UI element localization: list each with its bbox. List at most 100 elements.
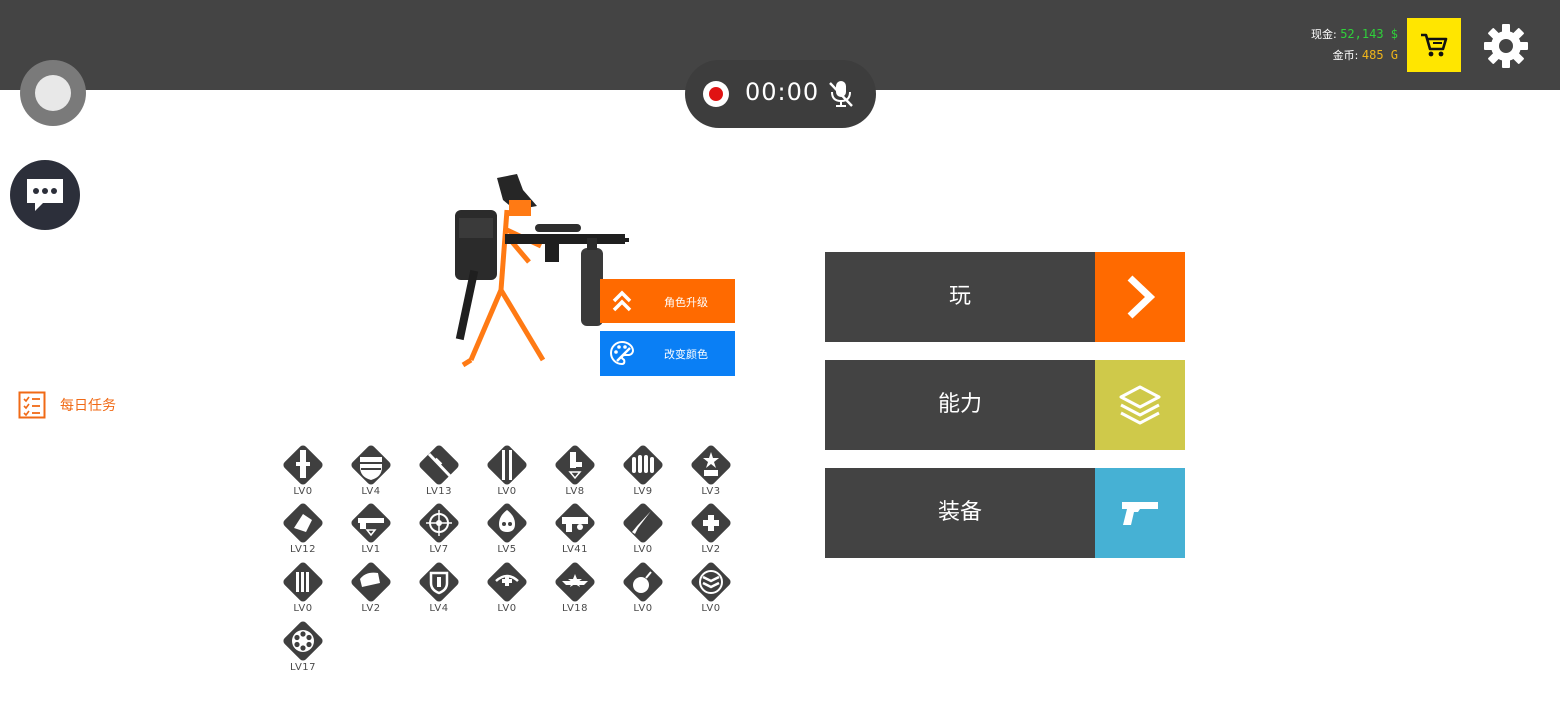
medic-wings-icon bbox=[691, 503, 731, 543]
skill-item[interactable]: LV0 bbox=[616, 498, 670, 556]
explosion-icon bbox=[283, 503, 323, 543]
skill-level: LV3 bbox=[701, 486, 721, 497]
equipment-label: 装备 bbox=[937, 500, 982, 525]
skill-level: LV9 bbox=[633, 486, 653, 497]
shop-button[interactable] bbox=[1407, 18, 1461, 72]
skill-level: LV0 bbox=[633, 603, 653, 614]
knife-icon bbox=[623, 503, 663, 543]
skill-level: LV0 bbox=[701, 603, 721, 614]
skill-level: LV0 bbox=[633, 544, 653, 555]
settings-button[interactable] bbox=[1480, 20, 1532, 72]
skill-level: LV0 bbox=[293, 603, 313, 614]
daily-tasks-button[interactable]: 每日任务 bbox=[18, 391, 116, 419]
abilities-icon-panel bbox=[1095, 360, 1185, 450]
checklist-icon bbox=[18, 391, 46, 419]
skill-item[interactable]: LV0 bbox=[276, 557, 330, 615]
currency-panel: 现金: 52,143 $ 金币: 485 G bbox=[1311, 24, 1398, 66]
gear-icon bbox=[1484, 24, 1528, 68]
skill-item[interactable]: LV0 bbox=[276, 440, 330, 498]
character-upgrade-button[interactable]: 角色升级 bbox=[600, 279, 735, 323]
skill-level: LV0 bbox=[293, 486, 313, 497]
skill-level: LV8 bbox=[565, 486, 585, 497]
daily-tasks-label: 每日任务 bbox=[60, 398, 116, 414]
skill-level: LV13 bbox=[425, 486, 453, 497]
skill-item[interactable]: LV0 bbox=[684, 557, 738, 615]
crosshair-icon bbox=[419, 503, 459, 543]
skill-item[interactable]: LV12 bbox=[276, 498, 330, 556]
skill-level: LV0 bbox=[497, 486, 517, 497]
screen-recorder[interactable]: 00:00 bbox=[685, 60, 876, 128]
skill-item[interactable]: LV1 bbox=[344, 498, 398, 556]
skill-item[interactable]: LV13 bbox=[412, 440, 466, 498]
chat-button[interactable] bbox=[10, 160, 80, 230]
shield-stripes-icon bbox=[351, 445, 391, 485]
cash-label: 现金: bbox=[1310, 28, 1337, 41]
skill-item[interactable]: LV0 bbox=[480, 557, 534, 615]
skill-level: LV5 bbox=[497, 544, 517, 555]
double-chevron-up-icon bbox=[612, 290, 632, 312]
skill-item[interactable]: LV3 bbox=[684, 440, 738, 498]
equipment-button[interactable]: 装备 bbox=[825, 468, 1185, 558]
play-label: 玩 bbox=[948, 284, 971, 309]
skill-item[interactable]: LV2 bbox=[344, 557, 398, 615]
abilities-label: 能力 bbox=[937, 392, 982, 417]
rank-chevrons-icon bbox=[691, 562, 731, 602]
skill-item[interactable]: LV0 bbox=[480, 440, 534, 498]
skill-item[interactable]: LV7 bbox=[412, 498, 466, 556]
skill-item[interactable]: LV8 bbox=[548, 440, 602, 498]
play-button[interactable]: 玩 bbox=[825, 252, 1185, 342]
record-stop-button[interactable] bbox=[703, 81, 729, 107]
gold-label: 金币: bbox=[1332, 49, 1359, 62]
shopping-cart-icon bbox=[1421, 33, 1448, 57]
change-color-button[interactable]: 改变颜色 bbox=[600, 331, 735, 376]
skill-item[interactable]: LV17 bbox=[276, 616, 330, 674]
skill-item[interactable]: LV18 bbox=[548, 557, 602, 615]
grenade-icon bbox=[283, 445, 323, 485]
skill-level: LV4 bbox=[429, 603, 449, 614]
pistol-icon bbox=[1122, 502, 1158, 525]
skill-level: LV17 bbox=[289, 662, 317, 673]
skill-item[interactable]: LV4 bbox=[412, 557, 466, 615]
sniper-scope-icon bbox=[351, 562, 391, 602]
chevron-right-icon bbox=[1127, 275, 1156, 319]
mic-muted-icon[interactable] bbox=[825, 78, 857, 110]
cash-value: 52,143 $ bbox=[1340, 27, 1398, 41]
skill-item[interactable]: LV4 bbox=[344, 440, 398, 498]
wing-badge-icon bbox=[555, 562, 595, 602]
skill-level: LV7 bbox=[429, 544, 449, 555]
skill-level: LV2 bbox=[701, 544, 721, 555]
flaming-skull-icon bbox=[487, 503, 527, 543]
sniper-rifle-icon bbox=[419, 445, 459, 485]
skill-item[interactable]: LV41 bbox=[548, 498, 602, 556]
blade-icon bbox=[487, 445, 527, 485]
skill-item[interactable]: LV2 bbox=[684, 498, 738, 556]
ammo-belt-icon bbox=[283, 562, 323, 602]
chat-bubble-icon bbox=[27, 179, 63, 211]
heavy-gun-icon bbox=[555, 503, 595, 543]
skill-level: LV1 bbox=[361, 544, 381, 555]
skill-level: LV4 bbox=[361, 486, 381, 497]
skill-level: LV18 bbox=[561, 603, 589, 614]
revolver-cylinder-icon bbox=[283, 621, 323, 661]
skill-level: LV0 bbox=[497, 603, 517, 614]
medal-icon bbox=[487, 562, 527, 602]
record-timer: 00:00 bbox=[745, 78, 820, 106]
skill-level: LV41 bbox=[561, 544, 589, 555]
pistol-down-icon bbox=[555, 445, 595, 485]
skill-item[interactable]: LV9 bbox=[616, 440, 670, 498]
floating-assist-button[interactable] bbox=[20, 60, 86, 126]
star-badge-icon bbox=[691, 445, 731, 485]
layers-icon bbox=[1119, 385, 1161, 425]
gold-value: 485 G bbox=[1361, 48, 1398, 62]
abilities-button[interactable]: 能力 bbox=[825, 360, 1185, 450]
skill-item[interactable]: LV0 bbox=[616, 557, 670, 615]
skill-item[interactable]: LV5 bbox=[480, 498, 534, 556]
palette-brush-icon bbox=[610, 340, 635, 366]
change-color-label: 改变颜色 bbox=[664, 348, 708, 361]
equipment-icon-panel bbox=[1095, 468, 1185, 558]
bomb-icon bbox=[623, 562, 663, 602]
skill-level: LV12 bbox=[289, 544, 317, 555]
shotgun-icon bbox=[351, 503, 391, 543]
skill-level: LV2 bbox=[361, 603, 381, 614]
armor-shield-icon bbox=[419, 562, 459, 602]
